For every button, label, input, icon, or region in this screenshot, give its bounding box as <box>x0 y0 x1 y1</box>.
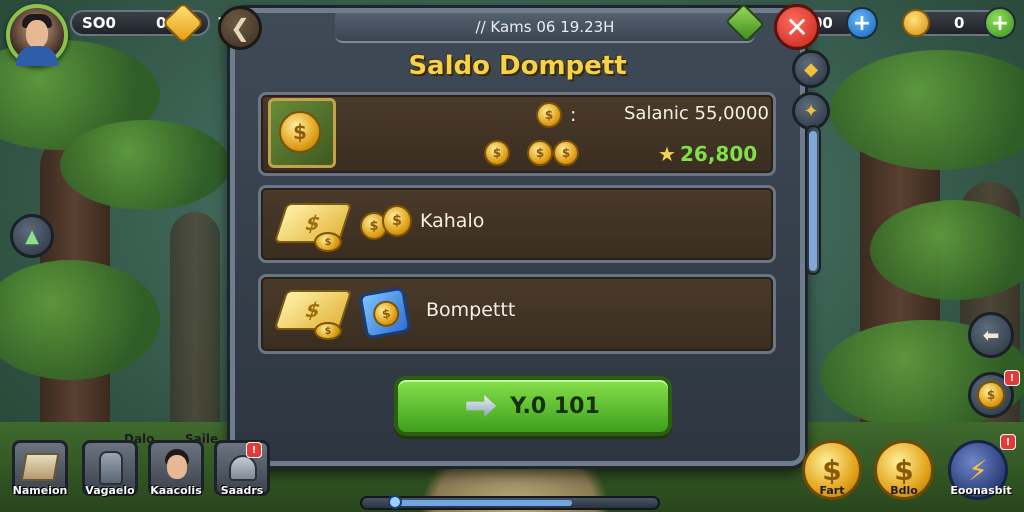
panel-scrollbar[interactable] <box>805 125 821 275</box>
special-label: Eoonasbit <box>950 484 1012 497</box>
confirm-button[interactable]: Y.0 101 <box>394 376 672 436</box>
coin-icon: $ <box>382 205 412 237</box>
notification-badge: ! <box>1004 370 1020 386</box>
star-icon: ★ <box>658 142 676 166</box>
coin-label: Bdlo <box>890 484 918 497</box>
resource-value-right-2: 0 <box>954 14 965 32</box>
slot-label: Vagaelo <box>85 484 135 497</box>
side-tab-1-button[interactable]: ◆ <box>792 50 830 88</box>
cash-stack-icon <box>273 290 353 330</box>
coin-label: Fart <box>819 484 845 497</box>
confirm-button-label: Y.0 101 <box>510 393 600 419</box>
bottom-slider[interactable] <box>360 495 660 510</box>
coin-icon: $ <box>484 140 510 166</box>
option-label: Bompettt <box>426 299 516 321</box>
wallet-icon: $ <box>268 98 336 168</box>
blue-card-icon: $ <box>358 286 412 340</box>
coin-stack-icon: $ <box>536 102 562 128</box>
resource-label: SO0 <box>82 14 116 32</box>
coin-icon: $ <box>314 322 342 340</box>
back-button[interactable]: ❮ <box>218 6 262 50</box>
map-button[interactable]: ▲ <box>10 214 54 258</box>
bonus-value: 26,800 <box>680 142 758 166</box>
notification-badge: ! <box>1000 434 1016 450</box>
exit-arrow-button[interactable]: ⬅ <box>968 312 1014 358</box>
coin-icon: $ <box>553 140 579 166</box>
balance-colon: : <box>570 104 577 126</box>
close-button[interactable]: ✕ <box>774 4 820 50</box>
panel-header: // Kams 06 19.23H <box>335 13 755 43</box>
arrow-right-icon <box>466 395 497 417</box>
coin-icon: $ <box>314 232 342 252</box>
add-currency-button[interactable]: + <box>846 7 878 39</box>
notification-badge: ! <box>246 442 262 458</box>
slot-label: Kaacolis <box>150 484 202 497</box>
option-label: Kahalo <box>420 210 485 232</box>
slot-label: Nameion <box>12 484 68 497</box>
balance-label: Salanic 55,0000 <box>624 103 769 124</box>
player-avatar[interactable] <box>6 4 68 66</box>
coin-icon <box>902 9 930 37</box>
coin-icon: $ <box>527 140 553 166</box>
add-gold-button[interactable]: + <box>984 7 1016 39</box>
slot-label: Saadrs <box>220 484 264 497</box>
panel-title: Saldo Dompett <box>408 51 627 81</box>
